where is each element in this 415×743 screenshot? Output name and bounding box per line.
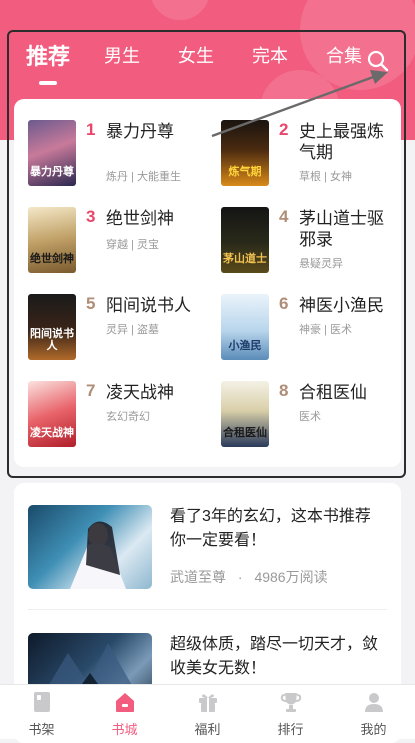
gift-icon [199,694,217,712]
rank-item[interactable]: 阳间说书人 5 阳间说书人 灵异 | 盗墓 [28,294,218,364]
nav-label: 排行 [277,722,304,737]
rank-number: 5 [86,294,96,313]
book-title: 阳间说书人 [106,296,191,315]
search-button[interactable] [366,49,390,73]
nav-label: 福利 [194,722,221,737]
rank-item[interactable]: 合租医仙 8 合租医仙 医术 [221,381,411,451]
divider [28,609,387,610]
rank-number: 3 [86,207,96,226]
cover-title: 炼气期 [228,165,262,178]
recommend-item[interactable]: 看了3年的玄幻，这本书推荐你一定要看！ 武道至尊 · 4986万阅读 [28,505,388,605]
rank-number: 6 [279,294,289,313]
book-title: 合租医仙 [299,383,367,402]
book-cover: 茅山道士 [221,207,269,273]
recommend-title: 超级体质，踏尽一切天才，敛收美女无数！ [170,636,379,677]
home-icon [116,693,134,712]
book-cover: 阳间说书人 [28,294,76,360]
book-tags: 穿越 | 灵宝 [106,239,159,251]
nav-bookstore[interactable]: 书城 [83,685,166,739]
rank-number: 7 [86,381,96,400]
book-tags: 草根 | 女神 [299,171,352,183]
rank-number: 4 [279,207,289,226]
bottom-nav: 书架 书城 福利 排行 我的 [0,684,415,739]
cover-title: 合租医仙 [223,426,267,439]
rank-item[interactable]: 小渔民 6 神医小渔民 神豪 | 医术 [221,294,411,364]
tab-completed[interactable]: 完本 [252,42,288,68]
tab-female[interactable]: 女生 [178,42,214,68]
header-decoration [150,0,210,20]
recommend-book: 武道至尊 [170,569,226,585]
figure-illustration [70,521,126,589]
book-tags: 灵异 | 盗墓 [106,324,159,336]
cover-title: 小渔民 [228,339,262,352]
book-cover: 炼气期 [221,120,269,186]
book-cover: 小渔民 [221,294,269,360]
rank-number: 2 [279,120,289,139]
book-title: 神医小渔民 [299,296,384,315]
cover-title: 茅山道士 [223,252,267,265]
category-tabs: 推荐 男生 女生 完本 合集 [0,42,415,82]
nav-label: 我的 [360,722,387,737]
book-cover: 绝世剑神 [28,207,76,273]
book-title: 史上最强炼气期 [299,122,384,162]
search-icon [367,50,389,72]
recommend-meta: 武道至尊 · 4986万阅读 [170,567,328,587]
nav-label: 书架 [28,722,55,737]
cover-title: 绝世剑神 [30,252,74,265]
book-cover: 合租医仙 [221,381,269,447]
tab-collection[interactable]: 合集 [326,42,362,68]
tab-male[interactable]: 男生 [104,42,140,68]
tab-recommend[interactable]: 推荐 [26,39,70,71]
nav-welfare[interactable]: 福利 [166,685,249,739]
book-tags: 玄幻奇幻 [106,411,150,423]
rank-number: 1 [86,120,96,139]
book-title: 茅山道士驱邪录 [299,209,384,249]
rank-item[interactable]: 凌天战神 7 凌天战神 玄幻奇幻 [28,381,218,451]
book-cover: 暴力丹尊 [28,120,76,186]
active-tab-indicator [39,81,57,85]
meta-separator: · [237,569,243,585]
cover-title: 暴力丹尊 [30,165,74,178]
person-icon [365,693,383,712]
cover-title: 凌天战神 [30,426,74,439]
bookshelf-icon [34,692,50,712]
book-cover: 凌天战神 [28,381,76,447]
book-title: 凌天战神 [106,383,174,402]
nav-label: 书城 [111,722,138,737]
rank-item[interactable]: 绝世剑神 3 绝世剑神 穿越 | 灵宝 [28,207,218,277]
book-tags: 神豪 | 医术 [299,324,352,336]
nav-ranking[interactable]: 排行 [249,685,332,739]
recommend-title: 看了3年的玄幻，这本书推荐你一定要看！ [170,508,371,549]
recommend-image [28,505,152,589]
cover-title: 阳间说书人 [30,327,74,352]
trophy-icon [280,693,302,712]
rank-item[interactable]: 暴力丹尊 1 暴力丹尊 炼丹 | 大能重生 [28,120,218,190]
rank-item[interactable]: 茅山道士 4 茅山道士驱邪录 悬疑灵异 [221,207,411,277]
rank-number: 8 [279,381,289,400]
ranking-card: 暴力丹尊 1 暴力丹尊 炼丹 | 大能重生 绝世剑神 3 绝世剑神 穿越 | 灵… [14,99,401,467]
book-tags: 炼丹 | 大能重生 [106,171,181,183]
book-tags: 悬疑灵异 [299,258,343,270]
rank-item[interactable]: 炼气期 2 史上最强炼气期 草根 | 女神 [221,120,411,190]
book-title: 绝世剑神 [106,209,174,228]
nav-profile[interactable]: 我的 [332,685,415,739]
book-title: 暴力丹尊 [106,122,174,141]
nav-bookshelf[interactable]: 书架 [0,685,83,739]
recommend-reads: 4986万阅读 [254,569,328,585]
book-tags: 医术 [299,411,321,423]
